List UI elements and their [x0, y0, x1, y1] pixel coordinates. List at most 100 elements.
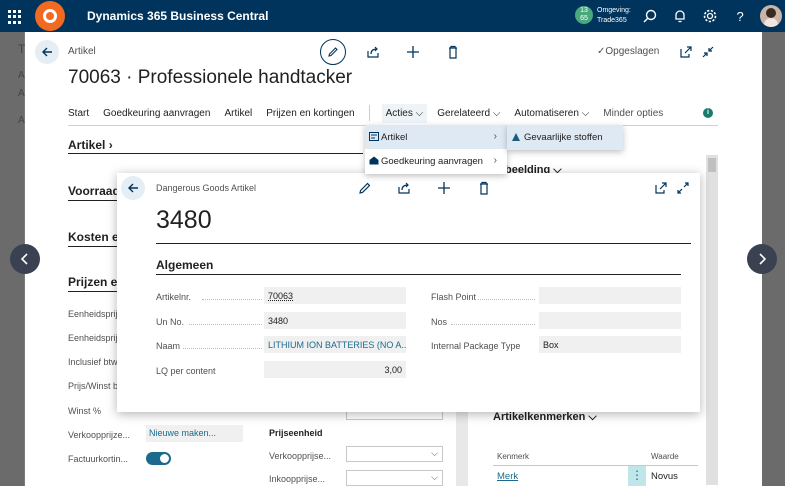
column-separator	[456, 410, 468, 486]
attribute-value: Novus	[651, 471, 678, 482]
environment-badge[interactable]: 13 65	[575, 6, 593, 24]
invoice-discount-toggle[interactable]	[146, 452, 171, 465]
group-general[interactable]: Algemeen	[156, 258, 213, 272]
saved-status: ✓Opgeslagen	[597, 46, 659, 57]
sales-price-unit-select[interactable]: ⌵	[346, 446, 443, 462]
field-label: Eenheidsprijs	[68, 309, 123, 319]
saved-label: Opgeslagen	[605, 46, 660, 57]
menu-item-request-approval[interactable]: Goedkeuring aanvragen ›	[365, 149, 507, 173]
delete-icon[interactable]	[477, 181, 491, 195]
column-header: Kenmerk	[497, 452, 530, 461]
tab-start[interactable]: Start	[68, 108, 89, 119]
field-label: Inclusief btw	[68, 357, 118, 367]
field-label-internal-package-type: Internal Package Type	[431, 341, 521, 351]
section-divider	[68, 291, 118, 292]
environment-label[interactable]: Omgeving: Trade365	[597, 6, 631, 26]
section-divider	[68, 153, 363, 154]
dropdown-field[interactable]	[346, 412, 443, 420]
open-new-window-icon[interactable]	[654, 181, 668, 195]
tab-automate[interactable]: Automatiseren ⌵	[514, 108, 589, 119]
gear-icon[interactable]	[702, 8, 718, 24]
submenu-label: Gevaarlijke stoffen	[524, 132, 603, 143]
next-record-button[interactable]	[747, 244, 777, 274]
chevron-down-icon: ⌵	[431, 472, 438, 482]
tab-actions[interactable]: Acties ⌵	[381, 103, 428, 123]
field-label: Eenheidsprijs	[68, 333, 123, 343]
tab-related[interactable]: Gerelateerd ⌵	[437, 108, 500, 119]
back-button[interactable]	[35, 40, 59, 64]
tab-automate-label: Automatiseren	[514, 107, 579, 119]
field-label: Winst %	[68, 406, 102, 416]
purchase-price-unit-label: Inkoopprijse...	[269, 474, 326, 484]
warning-icon	[512, 133, 520, 141]
app-launcher-icon[interactable]	[8, 10, 22, 24]
table-header-divider	[493, 465, 698, 466]
chevron-right-icon: ›	[493, 155, 497, 166]
tab-prices-discounts[interactable]: Prijzen en kortingen	[266, 108, 354, 119]
field-leader	[189, 324, 262, 325]
section-voorraad[interactable]: Voorraad	[68, 184, 120, 198]
pencil-icon[interactable]	[358, 181, 372, 195]
scrollbar-thumb[interactable]	[708, 158, 716, 172]
item-no-field[interactable]: 70063	[264, 287, 406, 304]
field-leader	[478, 299, 535, 300]
new-price-link[interactable]: Nieuwe maken...	[146, 425, 243, 442]
attribute-name[interactable]: Merk	[497, 471, 518, 482]
section-artikel[interactable]: Artikel ›	[68, 138, 113, 152]
section-artikel-label: Artikel	[68, 138, 106, 152]
plus-icon[interactable]	[437, 181, 451, 195]
previous-record-button[interactable]	[10, 244, 40, 274]
background-text: A	[18, 115, 25, 126]
background-text: A	[18, 70, 25, 81]
user-avatar[interactable]	[760, 5, 782, 27]
section-divider	[68, 200, 118, 201]
column-header: Waarde	[651, 452, 679, 461]
fewer-options-button[interactable]: Minder opties	[603, 108, 663, 119]
tab-request-approval[interactable]: Goedkeuring aanvragen	[103, 108, 210, 119]
field-label-lq-per-content: LQ per content	[156, 366, 216, 376]
share-icon[interactable]	[366, 45, 380, 59]
internal-package-type-field[interactable]: Box	[539, 336, 681, 353]
item-icon	[369, 132, 379, 141]
un-no-field[interactable]: 3480	[264, 312, 406, 329]
menu-item-artikel[interactable]: Artikel ›	[365, 125, 507, 149]
field-leader	[202, 299, 262, 300]
open-new-window-icon[interactable]	[679, 45, 693, 59]
flash-point-field[interactable]	[539, 287, 681, 304]
chevron-right-icon: ›	[493, 131, 497, 142]
item-no-value: 70063	[268, 291, 294, 301]
menu-item-label: Goedkeuring aanvragen	[381, 155, 483, 167]
background-text: A	[18, 88, 25, 99]
chevron-down-icon: ⌵	[492, 107, 501, 119]
tab-item[interactable]: Artikel	[224, 108, 252, 119]
expand-icon[interactable]	[676, 181, 690, 195]
share-icon[interactable]	[397, 181, 411, 195]
app-bar: Dynamics 365 Business Central 13 65 Omgev…	[0, 0, 785, 32]
menu-item-label: Artikel	[381, 131, 408, 143]
name-field[interactable]: LITHIUM ION BATTERIES (NO A...	[264, 336, 406, 353]
actions-menu: Artikel › Goedkeuring aanvragen ›	[365, 125, 507, 174]
purchase-price-unit-select[interactable]: ⌵	[346, 470, 443, 486]
search-icon[interactable]	[642, 8, 658, 24]
action-bar-separator	[368, 105, 370, 121]
edit-button[interactable]	[320, 39, 346, 65]
dialog-back-button[interactable]	[121, 176, 145, 200]
help-icon[interactable]: ?	[732, 8, 748, 24]
item-attributes-title[interactable]: Artikelkenmerken ⌵	[493, 411, 597, 424]
dialog-breadcrumb: Dangerous Goods Artikel	[156, 183, 257, 193]
field-label: Prijs/Winst b	[68, 381, 119, 391]
breadcrumb[interactable]: Artikel	[68, 46, 96, 57]
lq-per-content-field[interactable]: 3,00	[264, 361, 406, 378]
delete-icon[interactable]	[446, 45, 460, 59]
nos-field[interactable]	[539, 312, 681, 329]
bell-icon[interactable]	[672, 8, 688, 24]
plus-icon[interactable]	[406, 45, 420, 59]
info-icon[interactable]: i	[703, 108, 713, 118]
page-scrollbar[interactable]	[706, 155, 718, 485]
field-label-name: Naam	[156, 341, 181, 351]
chevron-left-icon	[20, 253, 28, 265]
dialog-header-divider	[156, 243, 691, 244]
submenu-dangerous-goods[interactable]: Gevaarlijke stoffen	[507, 125, 623, 150]
row-actions-icon[interactable]: ⋮	[628, 466, 646, 486]
collapse-icon[interactable]	[701, 45, 715, 59]
